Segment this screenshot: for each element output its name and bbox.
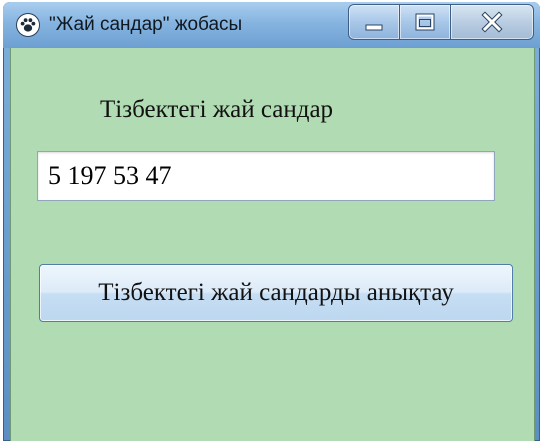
primes-label: Тізбектегі жай сандар (100, 96, 334, 123)
title-bar[interactable]: "Жай сандар" жобасы (3, 2, 540, 48)
maximize-icon (415, 13, 435, 31)
minimize-button[interactable] (348, 4, 400, 40)
form-client-area: Тізбектегі жай сандар Тізбектегі жай сан… (10, 48, 535, 441)
paw-icon[interactable] (17, 14, 39, 36)
window-title: "Жай сандар" жобасы (49, 14, 243, 35)
app-window: "Жай сандар" жобасы Тізбектегі жай санда… (3, 2, 540, 441)
detect-primes-button[interactable]: Тізбектегі жай сандарды анықтау (39, 264, 513, 322)
close-icon (481, 11, 503, 33)
close-button[interactable] (450, 4, 534, 40)
maximize-button[interactable] (399, 4, 451, 40)
minimize-icon (365, 24, 383, 31)
numbers-input[interactable] (37, 151, 495, 201)
